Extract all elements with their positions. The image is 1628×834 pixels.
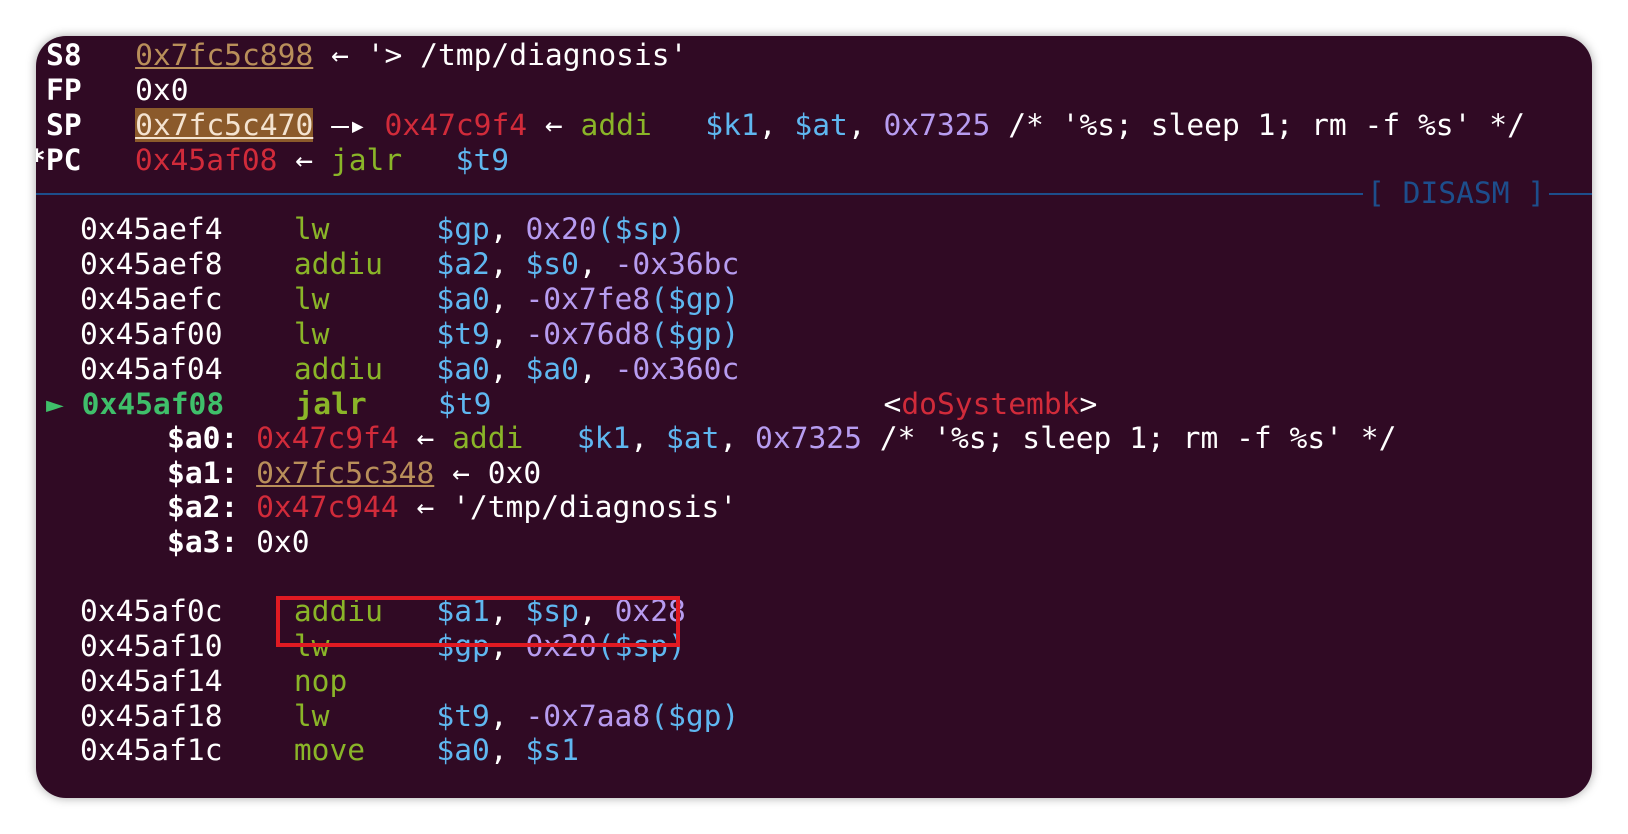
disasm-line: 0x45aef4 lw $gp, 0x20($sp) (80, 212, 686, 246)
disasm-line: 0x45aef8 addiu $a2, $s0, -0x36bc (80, 247, 740, 281)
register-s8: S8 0x7fc5c898 ← '> /tmp/diagnosis' (46, 38, 688, 72)
disasm-line: 0x45af1c move $a0, $s1 (80, 733, 579, 767)
disasm-line: 0x45af14 nop (80, 664, 348, 698)
arg-a2: $a2: 0x47c944 ← '/tmp/diagnosis' (167, 490, 738, 524)
arg-a3: $a3: 0x0 (167, 525, 310, 559)
register-sp: SP 0x7fc5c470 —▸ 0x47c9f4 ← addi $k1, $a… (46, 108, 1525, 142)
terminal-window[interactable]: S8 0x7fc5c898 ← '> /tmp/diagnosis' FP 0x… (36, 36, 1592, 798)
register-pc: *PC 0x45af08 ← jalr $t9 (36, 143, 510, 177)
disasm-line: 0x45af04 addiu $a0, $a0, -0x360c (80, 352, 740, 386)
disasm-line: 0x45aefc lw $a0, -0x7fe8($gp) (80, 282, 740, 316)
disasm-line: 0x45af18 lw $t9, -0x7aa8($gp) (80, 699, 740, 733)
disasm-line: 0x45af00 lw $t9, -0x76d8($gp) (80, 317, 740, 351)
register-fp: FP 0x0 (46, 73, 189, 107)
arg-a1: $a1: 0x7fc5c348 ← 0x0 (167, 456, 542, 490)
section-separator (36, 193, 1592, 195)
current-instruction-line: ► 0x45af08 jalr $t9 <doSystembk> (46, 387, 1098, 421)
highlight-annotation-box (276, 596, 680, 647)
disasm-section-label: [ DISASM ] (1363, 175, 1550, 211)
arg-a0: $a0: 0x47c9f4 ← addi $k1, $at, 0x7325 /*… (167, 421, 1397, 455)
current-line-marker-icon: ► (46, 387, 64, 421)
